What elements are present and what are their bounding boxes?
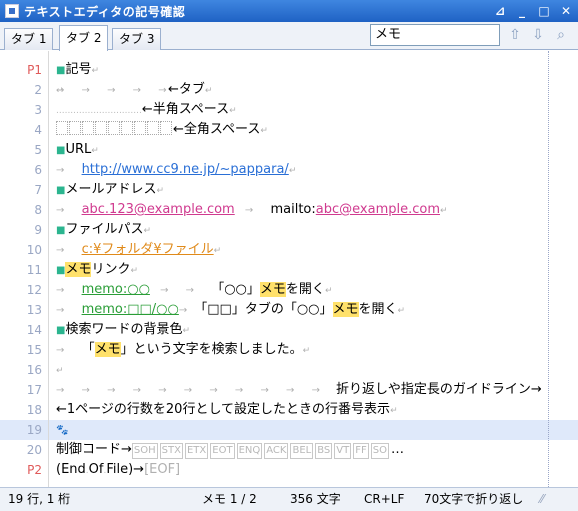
control-code-badge: SO — [370, 443, 389, 459]
editor-line: P1 ■記号↵ — [27, 62, 100, 77]
editor-line: 8 → abc.123@example.com → mailto:abc@exa… — [34, 202, 448, 217]
maximize-button[interactable]: □ — [536, 3, 552, 19]
editor-line: 11 ■メモリンク↵ — [26, 262, 139, 277]
editor-line: 20 制御コード→ SOH STX ETX EOT ENQ ACK BEL BS VT FF SO… — [26, 442, 404, 459]
search-input[interactable]: メモ — [370, 24, 500, 46]
editor-line: 17 → → → → → → → → → → → → 折り返しや指定長のガイドラ… — [26, 382, 542, 397]
control-code-badge: STX — [159, 443, 183, 459]
editor-line: 5 ■URL↵ — [34, 142, 99, 157]
email-link[interactable]: abc@example.com — [316, 202, 440, 217]
control-code-badge: EOT — [210, 443, 235, 459]
editor-line: ←タブ↵ — [168, 82, 213, 97]
search-match-count: メモ 1 / 2 — [202, 492, 257, 506]
cursor-position: 19 行, 1 桁 — [8, 492, 71, 506]
title-bar: テキストエディタの記号確認 ⊿ _ □ ✕ — [0, 0, 578, 22]
control-code-badge: FF — [353, 443, 369, 459]
window-title: テキストエディタの記号確認 — [24, 4, 186, 19]
memo-link[interactable]: memo:○○ — [82, 282, 150, 297]
editor-line: 4 ..............................←半角スペース↵ — [56, 102, 237, 117]
char-count: 356 文字 — [290, 492, 341, 506]
editor-line: 4 ←全角スペース↵ — [34, 121, 268, 137]
close-button[interactable]: ✕ — [558, 3, 574, 19]
email-link[interactable]: abc.123@example.com — [82, 202, 235, 217]
editor-line-current: 19 🐾 — [26, 423, 69, 437]
control-code-badge: ETX — [184, 443, 209, 459]
editor-line: 6 → http://www.cc9.ne.jp/~pappara/↵ — [34, 162, 297, 177]
tab-1[interactable]: タブ 1 — [4, 28, 54, 50]
file-path-link[interactable]: c:¥フォルダ¥ファイル — [82, 242, 214, 257]
control-code-badge: ACK — [264, 443, 289, 459]
editor-line: P2 (End.Of.File)→[EOF] — [27, 462, 181, 477]
control-code-badge: BS — [315, 443, 333, 459]
editor-area[interactable]: P1 ■記号↵ 2 ↵ 3 → → → → → ←タブ↵ 4 .........… — [0, 51, 578, 487]
editor-line: 14 ■検索ワードの背景色↵ — [26, 322, 191, 337]
search-icon[interactable]: ⌕ — [552, 26, 570, 44]
wrap-setting[interactable]: 70文字で折り返し — [424, 488, 523, 511]
tab-2[interactable]: タブ 2 — [59, 25, 109, 51]
editor-line: 10 → c:¥フォルダ¥ファイル↵ — [26, 242, 222, 257]
editor-line: 15 → 「メモ」という文字を検索しました。↵ — [26, 342, 311, 357]
editor-line: 18 ←1ページの行数を20行として設定したときの行番号表示↵ — [26, 402, 398, 417]
resize-grip-icon: ⁄⁄ — [540, 492, 545, 506]
pin-icon[interactable]: ⊿ — [492, 3, 508, 19]
minimize-button[interactable]: _ — [514, 3, 530, 19]
editor-line: 16 ↵ — [26, 363, 64, 377]
control-code-badge: BEL — [290, 443, 314, 459]
search-up-icon[interactable]: ⇧ — [506, 26, 524, 44]
memo-link[interactable]: memo:□□/○○ — [82, 302, 179, 317]
eof-paw-icon: 🐾 — [56, 425, 69, 436]
control-code-badge: SOH — [131, 443, 158, 459]
search-down-icon[interactable]: ⇩ — [529, 26, 547, 44]
editor-line: 7 ■メールアドレス↵ — [34, 182, 165, 197]
editor-line: 12 → memo:○○ → → 「○○」メモを開く↵ — [26, 282, 333, 297]
control-code-badge: VT — [334, 443, 352, 459]
app-icon — [5, 4, 19, 18]
status-bar: 19 行, 1 桁 メモ 1 / 2 356 文字 CR+LF 70文字で折り返… — [0, 487, 578, 511]
tab-3[interactable]: タブ 3 — [112, 28, 162, 50]
control-code-badge: ENQ — [236, 443, 263, 459]
tab-bar: タブ 1 タブ 2 タブ 3 メモ ⇧ ⇩ ⌕ — [0, 22, 578, 51]
editor-line: 13 → memo:□□/○○→「□□」タブの「○○」メモを開く↵ — [26, 302, 406, 317]
editor-line: 9 ■ファイルパス↵ — [34, 222, 152, 237]
url-link[interactable]: http://www.cc9.ne.jp/~pappara/ — [82, 162, 289, 177]
line-ending[interactable]: CR+LF — [364, 488, 404, 511]
